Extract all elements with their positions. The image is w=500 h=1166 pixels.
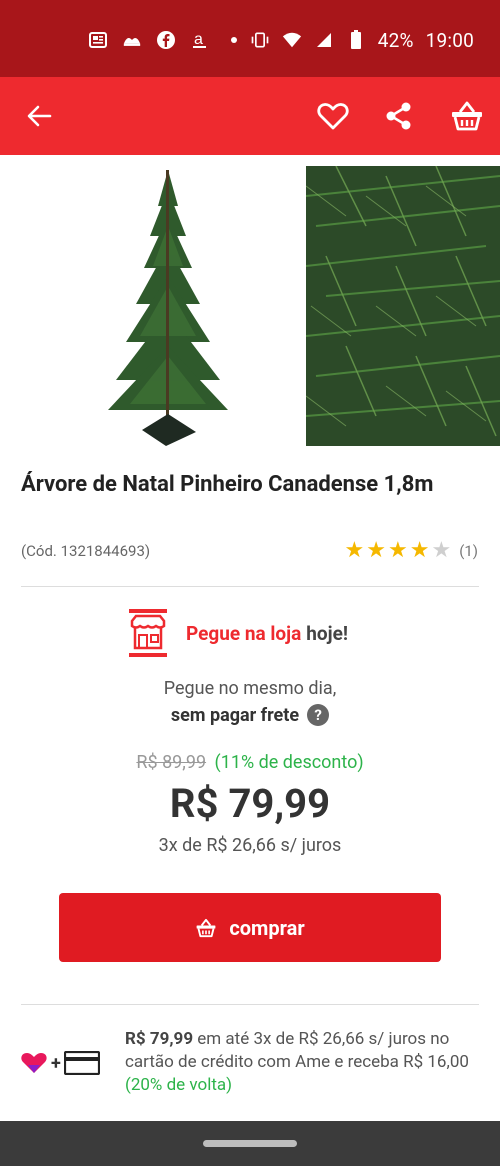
cart-button[interactable]	[446, 95, 488, 137]
facebook-icon	[156, 30, 176, 50]
product-gallery[interactable]	[0, 166, 500, 450]
ame-payment-icons: +	[20, 1048, 100, 1078]
star-icon: ★	[409, 538, 430, 563]
share-icon	[386, 102, 411, 130]
divider	[21, 1004, 479, 1005]
ame-price: R$ 79,99	[125, 1029, 194, 1049]
back-arrow-icon	[27, 105, 52, 127]
wifi-icon	[282, 30, 302, 50]
product-rating[interactable]: ★ ★ ★ ★ ★ (1)	[345, 540, 478, 562]
share-button[interactable]	[380, 97, 418, 135]
rating-count: (1)	[459, 542, 478, 560]
current-price: R$ 79,99	[169, 780, 331, 827]
buy-button-label: comprar	[229, 915, 305, 940]
store-pickup-today: hoje!	[306, 621, 348, 645]
ame-offer-text: R$ 79,99 em até 3x de R$ 26,66 s/ juros …	[125, 1028, 470, 1097]
help-icon[interactable]: ?	[307, 704, 330, 726]
divider	[21, 586, 479, 587]
battery-icon	[346, 30, 366, 50]
product-title: Árvore de Natal Pinheiro Canadense 1,8m	[21, 472, 434, 497]
system-icons: 42% 19:00	[250, 28, 474, 52]
ame-cashback: (20% de volta)	[125, 1075, 233, 1095]
ame-offer[interactable]: + R$ 79,99 em até 3x de R$ 26,66 s/ juro…	[20, 1028, 490, 1098]
notification-icons: a	[88, 28, 244, 52]
plus-icon: +	[51, 1052, 61, 1074]
product-image-detail[interactable]	[306, 166, 500, 446]
app-bar	[0, 77, 500, 155]
store-pickup: Pegue na loja hoje!	[128, 606, 348, 660]
old-price: R$ 89,99	[136, 752, 207, 773]
credit-card-icon	[63, 1051, 100, 1075]
favorite-button[interactable]	[314, 97, 352, 135]
back-button[interactable]	[22, 99, 56, 133]
status-bar: a 42% 19:00	[0, 0, 500, 77]
store-icon	[129, 609, 167, 657]
news-icon	[88, 30, 108, 50]
system-nav-bar	[0, 1121, 500, 1166]
store-pickup-label: Pegue na loja	[186, 621, 302, 645]
battery-percent: 42%	[377, 28, 414, 52]
star-empty-icon: ★	[431, 538, 452, 563]
heart-icon	[317, 103, 349, 130]
buy-button[interactable]: comprar	[59, 893, 441, 962]
dot-icon	[224, 30, 244, 50]
clock: 19:00	[425, 28, 474, 52]
product-image-main[interactable]	[78, 166, 258, 450]
amazon-icon: a	[190, 30, 210, 50]
installments-text: 3x de R$ 26,66 s/ juros	[158, 835, 342, 856]
star-icon: ★	[366, 538, 386, 563]
price-comparison: R$ 89,99 (11% de desconto)	[0, 752, 500, 773]
no-freight-row: sem pagar frete ?	[0, 704, 500, 726]
no-freight-text: sem pagar frete	[170, 704, 300, 726]
home-gesture-pill[interactable]	[203, 1140, 297, 1147]
bank-icon	[122, 30, 142, 50]
svg-text:a: a	[194, 31, 203, 48]
discount-text: (11% de desconto)	[214, 752, 364, 773]
basket-icon	[452, 101, 482, 131]
ame-heart-icon	[21, 1053, 47, 1073]
star-icon: ★	[388, 538, 408, 563]
star-icon: ★	[344, 538, 365, 563]
same-day-text: Pegue no mesmo dia,	[163, 678, 337, 699]
basket-icon	[196, 918, 216, 937]
vibrate-icon	[250, 30, 270, 50]
product-code: (Cód. 1321844693)	[21, 542, 151, 560]
signal-icon	[314, 30, 334, 50]
